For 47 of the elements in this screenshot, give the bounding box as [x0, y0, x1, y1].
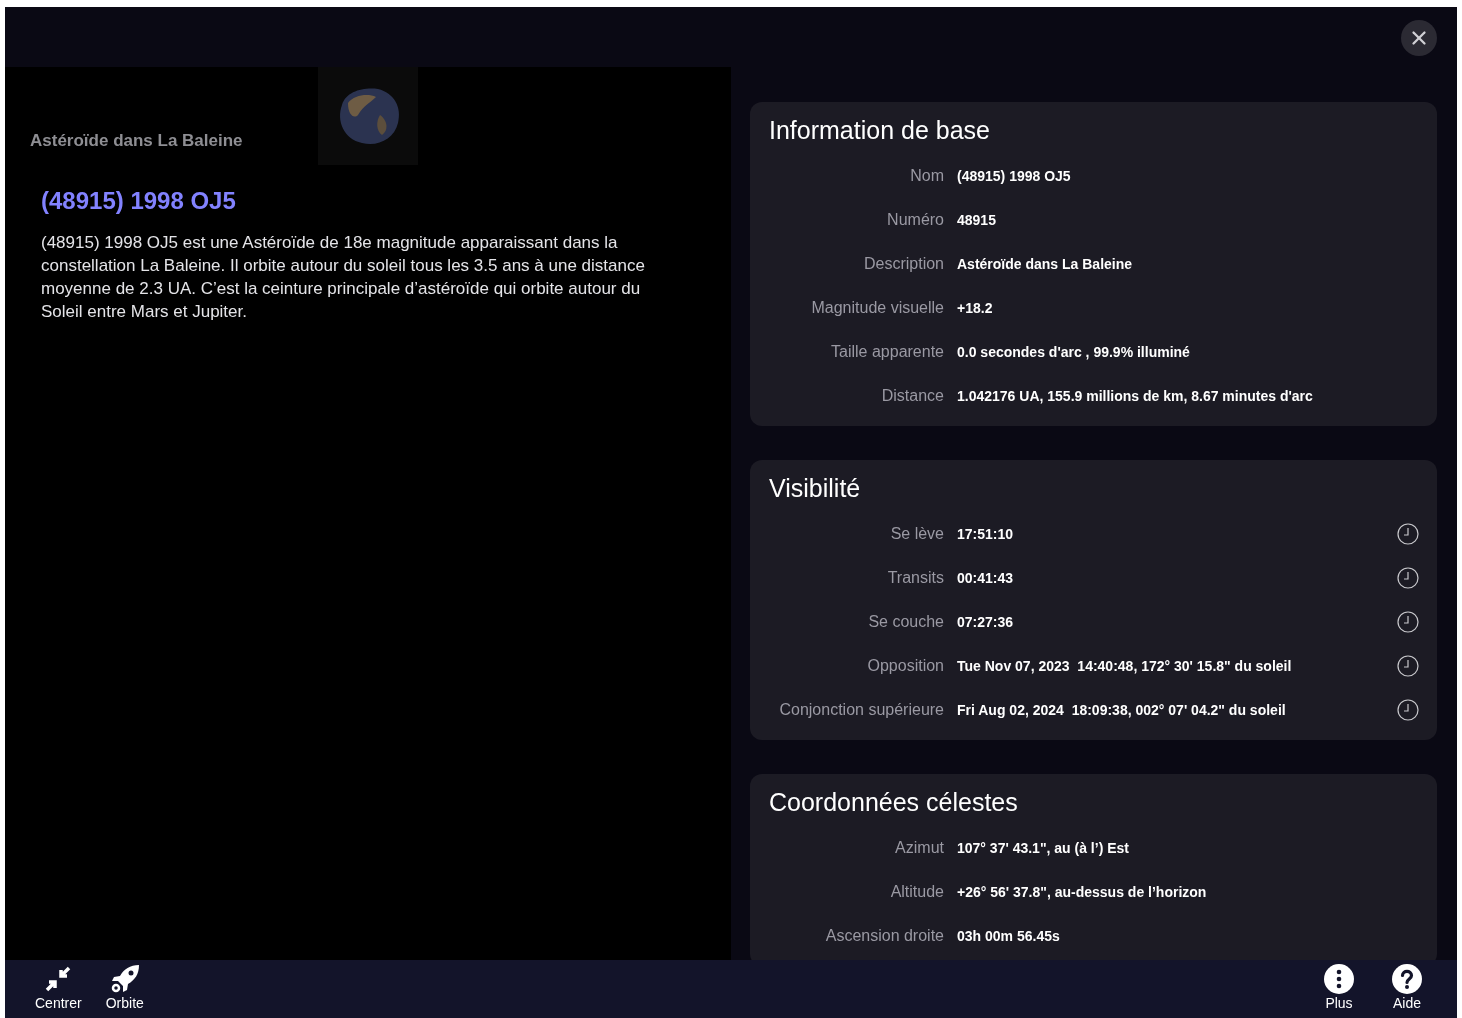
field-label: Nom: [909, 166, 944, 186]
field-value: Astéroïde dans La Baleine: [957, 254, 1134, 274]
field-label: Azimut: [894, 838, 944, 858]
close-button[interactable]: [1401, 20, 1437, 56]
field-value: +18.2: [957, 298, 994, 318]
field-value: 107° 37' 43.1", au (à l’) Est: [957, 838, 1130, 858]
clock-icon[interactable]: [1397, 611, 1419, 633]
object-title: (48915) 1998 OJ5: [41, 186, 237, 216]
section-title: Coordonnées célestes: [768, 787, 1019, 818]
field-label: Distance: [880, 386, 944, 406]
toolbar-button[interactable]: Orbite: [105, 960, 144, 1010]
toolbar-button[interactable]: Aide: [1392, 960, 1422, 1010]
field-value: 17:51:10: [957, 524, 1015, 544]
toolbar-button[interactable]: Plus: [1324, 960, 1354, 1010]
field-value: 03h 00m 56.45s: [957, 926, 1061, 946]
clock-icon[interactable]: [1397, 655, 1419, 677]
field-label: Description: [862, 254, 944, 274]
field-value: +26° 56' 37.8", au-dessus de l’horizon: [957, 882, 1208, 902]
section-title: Information de base: [768, 115, 991, 146]
field-value: Fri Aug 02, 2024 18:09:38, 002° 07' 04.2" du soleil: [957, 700, 1287, 720]
field-label: Numéro: [886, 210, 944, 230]
field-label: Se lève: [889, 524, 944, 544]
object-subtitle: Astéroïde dans La Baleine: [30, 129, 244, 152]
help-icon: [1392, 964, 1422, 994]
more-options-icon: [1324, 964, 1354, 994]
section-title: Visibilité: [768, 473, 862, 504]
clock-icon[interactable]: [1397, 699, 1419, 721]
field-label: Ascension droite: [824, 926, 944, 946]
field-label: Se couche: [867, 612, 944, 632]
field-value: 0.0 secondes d'arc , 99.9% illuminé: [957, 342, 1191, 362]
field-value: 00:41:43: [957, 568, 1015, 588]
field-value: Tue Nov 07, 2023 14:40:48, 172° 30' 15.8" du soleil: [957, 656, 1293, 676]
field-label: Taille apparente: [830, 342, 944, 362]
field-value: 1.042176 UA, 155.9 millions de km, 8.67 minutes d'arc: [957, 386, 1314, 406]
field-label: Conjonction supérieure: [778, 700, 944, 720]
field-value: 48915: [957, 210, 997, 230]
field-label: Altitude: [889, 882, 944, 902]
rocket-icon: [109, 964, 140, 994]
clock-icon[interactable]: [1397, 523, 1419, 545]
toolbar-button[interactable]: Centrer: [35, 960, 82, 1010]
object-description: (48915) 1998 OJ5 est une Astéroïde de 18e magnitude apparaissant dans la constellation La Baleine. Il orbite autour du soleil tous les 3.5 ans à une distance moyenne de 2.3 UA. C’est la ceinture principale d’astéroïde qui orbite autour du Soleil entre Mars et Jupiter.: [41, 232, 646, 323]
field-label: Magnitude visuelle: [810, 298, 944, 318]
clock-icon[interactable]: [1397, 567, 1419, 589]
field-value: 07:27:36: [957, 612, 1015, 632]
field-label: Opposition: [866, 656, 944, 676]
field-value: (48915) 1998 OJ5: [957, 166, 1072, 186]
field-label: Transits: [886, 568, 944, 588]
